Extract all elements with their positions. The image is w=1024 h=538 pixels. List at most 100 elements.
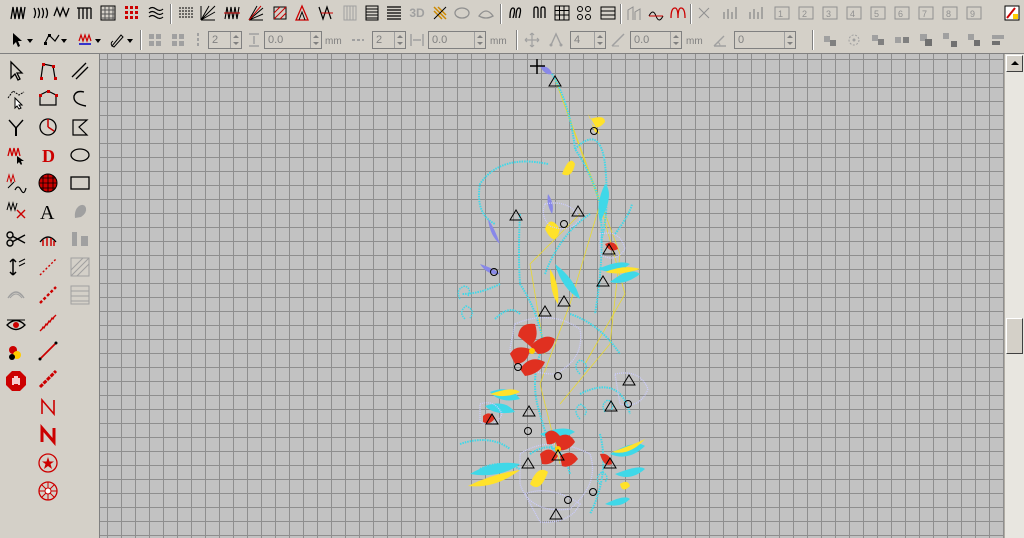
stop-hand-icon[interactable] <box>3 368 29 394</box>
align-center-icon[interactable] <box>67 226 93 252</box>
row-spacing-spinner[interactable]: 0.0 <box>264 31 322 49</box>
monogram-icon[interactable] <box>35 226 61 252</box>
scissors-icon[interactable] <box>3 226 29 252</box>
resize-vertical-icon[interactable] <box>3 254 29 280</box>
rotation-angle-spinner[interactable]: 0 <box>734 31 796 49</box>
arc-stitch-icon[interactable] <box>3 282 29 308</box>
pattern-fill-icon[interactable] <box>98 3 118 23</box>
point-spacing-spinner[interactable]: 0.0 <box>630 31 682 49</box>
group-icon[interactable] <box>868 30 888 50</box>
object-d-icon[interactable] <box>720 3 740 23</box>
select-arrow-icon[interactable] <box>3 58 29 84</box>
loop-icon[interactable] <box>506 3 526 23</box>
distribute-icon[interactable] <box>168 30 188 50</box>
trace-icon[interactable] <box>67 198 93 224</box>
rectangle-icon[interactable] <box>67 170 93 196</box>
zigzag-line-icon[interactable] <box>35 366 61 392</box>
arrange-icon[interactable] <box>964 30 984 50</box>
dotted-line-icon[interactable] <box>35 254 61 280</box>
pattern-run-icon[interactable] <box>598 3 618 23</box>
flexi-split-icon[interactable] <box>340 3 360 23</box>
reshape-nodes-dropdown[interactable] <box>42 30 72 50</box>
object-n-icon[interactable]: 9 <box>964 3 984 23</box>
object-b-icon[interactable] <box>668 3 688 23</box>
spiral-fill-icon[interactable] <box>292 3 312 23</box>
stitch-density-icon[interactable] <box>67 254 93 280</box>
object-i-icon[interactable]: 4 <box>844 3 864 23</box>
combine-icon[interactable] <box>916 30 936 50</box>
object-f-icon[interactable]: 1 <box>772 3 792 23</box>
rows-count-spinner[interactable]: 2 <box>208 31 242 49</box>
run-line-icon[interactable] <box>35 338 61 364</box>
double-n-stitch-icon[interactable] <box>35 422 61 448</box>
ripple-fill-icon[interactable] <box>574 3 594 23</box>
contour-fill-icon[interactable] <box>270 3 290 23</box>
lettering-icon[interactable]: A <box>35 198 61 224</box>
embroidery-design[interactable] <box>100 54 1004 538</box>
object-c-icon[interactable] <box>694 3 714 23</box>
run-stitch-icon[interactable] <box>176 3 196 23</box>
branch-icon[interactable] <box>820 30 840 50</box>
stitch-direction-dropdown[interactable] <box>76 30 106 50</box>
object-m-icon[interactable]: 8 <box>940 3 960 23</box>
wave-fill-icon[interactable] <box>146 3 166 23</box>
tatami-stitch-icon[interactable] <box>30 3 50 23</box>
closed-shape-icon[interactable] <box>35 86 61 112</box>
columns-icon[interactable] <box>530 3 550 23</box>
motif-stitch-icon[interactable] <box>222 3 242 23</box>
ellipse-icon[interactable] <box>67 142 93 168</box>
color-fill-icon[interactable] <box>3 340 29 366</box>
col-spacing-spinner[interactable]: 0.0 <box>428 31 486 49</box>
object-l-icon[interactable]: 7 <box>916 3 936 23</box>
lines-icon[interactable] <box>384 3 404 23</box>
grid-fill-icon[interactable] <box>552 3 572 23</box>
object-k-icon[interactable]: 6 <box>892 3 912 23</box>
stipple-icon[interactable] <box>362 3 382 23</box>
letter-d-icon[interactable]: D <box>35 142 61 168</box>
3d-button[interactable]: 3D <box>406 3 428 23</box>
object-e-icon[interactable] <box>746 3 766 23</box>
select-pointer-dropdown[interactable] <box>8 30 38 50</box>
arc-icon[interactable] <box>67 86 93 112</box>
color-palette-icon[interactable] <box>1002 3 1022 23</box>
column-stitch-icon[interactable] <box>74 3 94 23</box>
object-h-icon[interactable]: 3 <box>820 3 840 23</box>
design-canvas[interactable] <box>100 54 1004 538</box>
star-fill-icon[interactable] <box>246 3 266 23</box>
satin-stitch-icon[interactable] <box>8 3 28 23</box>
align-objects-icon[interactable] <box>988 30 1008 50</box>
move-points-icon[interactable] <box>522 30 542 50</box>
cols-count-spinner[interactable]: 2 <box>372 31 406 49</box>
points-count-spinner[interactable]: 4 <box>570 31 606 49</box>
polyline-icon[interactable] <box>35 58 61 84</box>
knife-icon[interactable] <box>3 114 29 140</box>
feather-line-icon[interactable] <box>35 310 61 336</box>
object-a-icon[interactable] <box>646 3 666 23</box>
align-grid-icon[interactable] <box>145 30 165 50</box>
ungroup-icon[interactable] <box>892 30 912 50</box>
cross-stitch-icon[interactable] <box>122 3 142 23</box>
star-motif-icon[interactable] <box>35 450 61 476</box>
pen-tool-dropdown[interactable] <box>108 30 138 50</box>
n-stitch-icon[interactable] <box>35 394 61 420</box>
stitch-wave-icon[interactable] <box>3 170 29 196</box>
vertical-scrollbar[interactable] <box>1004 54 1024 538</box>
break-apart-icon[interactable] <box>940 30 960 50</box>
bead-line-icon[interactable] <box>35 282 61 308</box>
parallel-lines-icon[interactable] <box>67 58 93 84</box>
stitch-scissors-icon[interactable] <box>3 198 29 224</box>
eye-icon[interactable] <box>3 312 29 338</box>
puffy-icon[interactable] <box>476 3 496 23</box>
scroll-up-button[interactable] <box>1006 55 1023 72</box>
scroll-thumb[interactable] <box>1006 318 1023 354</box>
carved-fill-icon[interactable] <box>316 3 336 23</box>
globe-grid-icon[interactable] <box>35 170 61 196</box>
zigzag-stitch-icon[interactable] <box>52 3 72 23</box>
order-icon[interactable] <box>624 3 644 23</box>
pattern-preview-icon[interactable] <box>67 282 93 308</box>
shape-edit-icon[interactable] <box>67 114 93 140</box>
applique-icon[interactable] <box>452 3 472 23</box>
object-g-icon[interactable]: 2 <box>796 3 816 23</box>
raised-satin-icon[interactable] <box>430 3 450 23</box>
radial-fill-icon[interactable] <box>198 3 218 23</box>
